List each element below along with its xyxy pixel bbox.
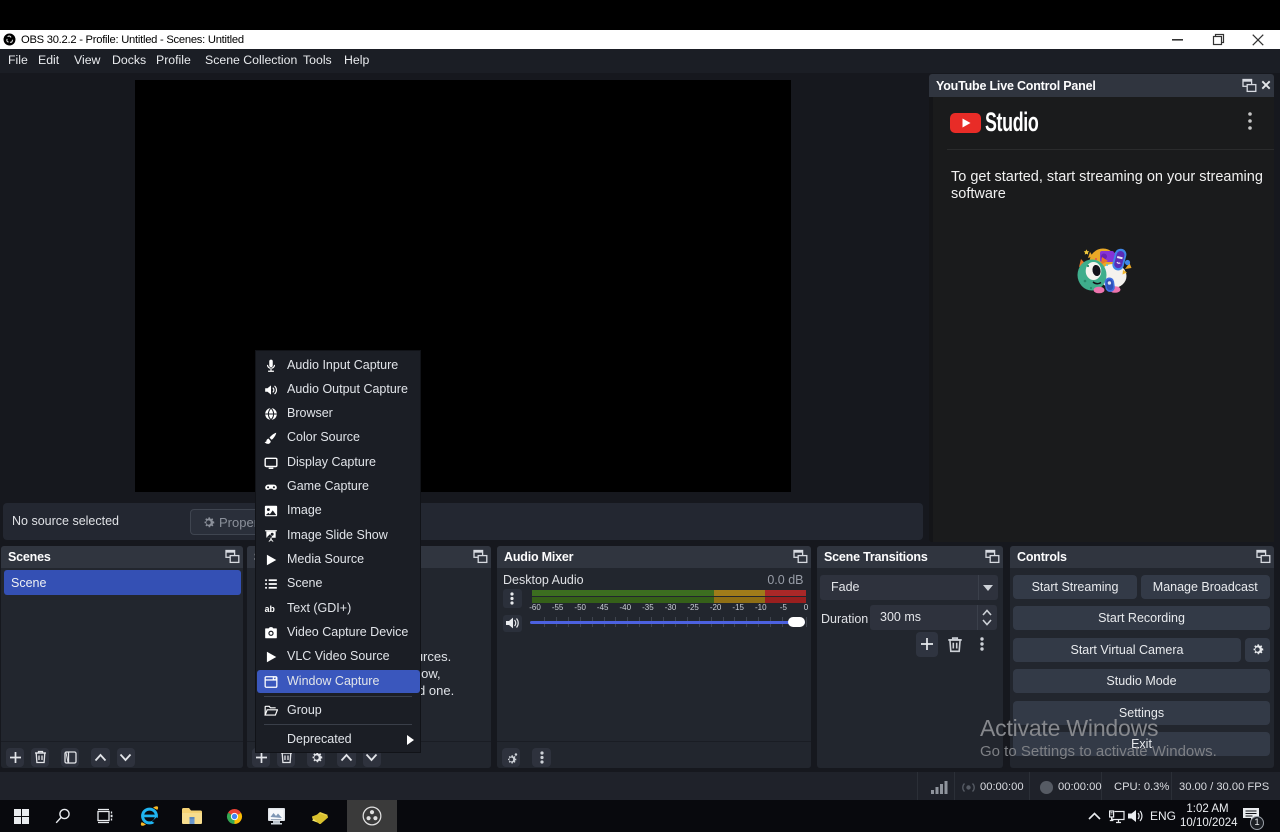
svg-text:ab: ab bbox=[265, 603, 275, 613]
